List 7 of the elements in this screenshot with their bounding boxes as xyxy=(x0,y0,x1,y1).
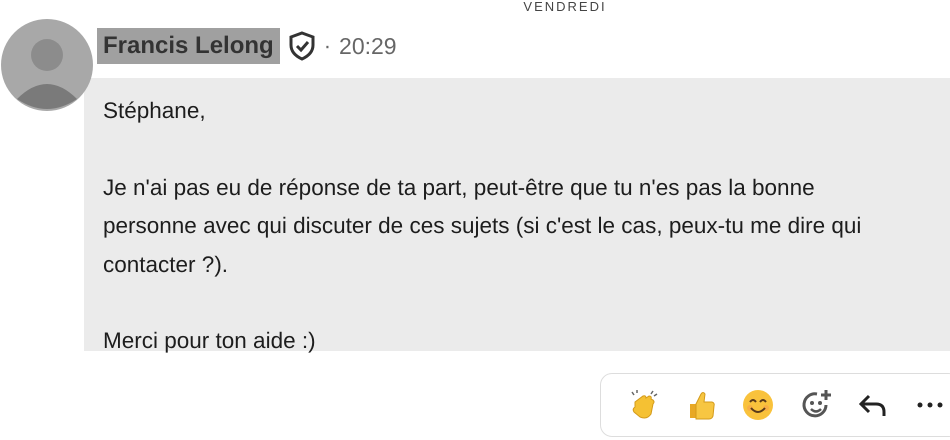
sender-name: Francis Lelong xyxy=(97,28,280,64)
timestamp: 20:29 xyxy=(339,32,397,60)
message-paragraph: Stéphane, xyxy=(103,97,207,125)
separator-dot: · xyxy=(324,33,332,59)
message-paragraph: Merci pour ton aide :) xyxy=(103,327,317,355)
message-paragraph: Je n'ai pas eu de réponse de ta part, peut-être que tu n'es pas la bonne personne avec qui discuter de ces sujets (si c'est le cas, peux-tu me dire qui contacter ?). xyxy=(103,174,862,279)
day-label: VENDREDI xyxy=(522,0,608,14)
